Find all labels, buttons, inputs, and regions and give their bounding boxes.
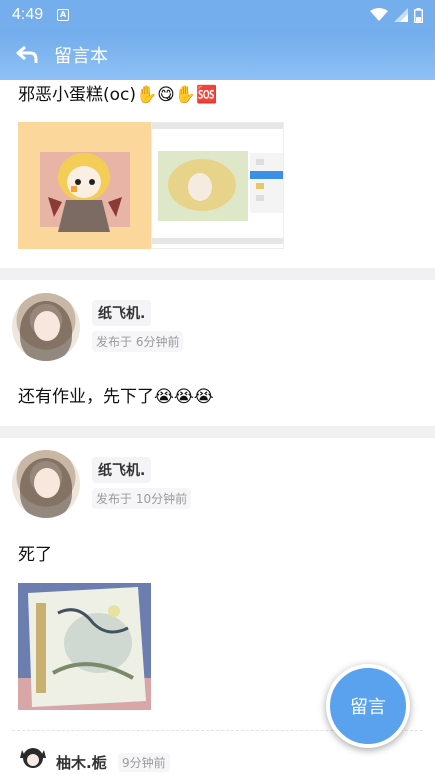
separator bbox=[0, 268, 435, 280]
post-timestamp: 发布于 6分钟前 bbox=[92, 331, 184, 352]
avatar[interactable] bbox=[12, 293, 80, 361]
notification-icon: A bbox=[57, 9, 70, 21]
post-text: 还有作业，先下了😭😭😭 bbox=[18, 387, 214, 407]
back-arrow-icon bbox=[16, 45, 38, 63]
post-image-homework[interactable] bbox=[18, 583, 151, 710]
fab-label: 留言 bbox=[350, 697, 386, 718]
post-image-chibi[interactable] bbox=[18, 122, 151, 249]
signal-icon bbox=[394, 8, 408, 22]
avatar[interactable] bbox=[18, 744, 48, 774]
drawing-app-screenshot-image bbox=[152, 123, 283, 244]
back-button[interactable] bbox=[0, 30, 54, 80]
homework-photo-image bbox=[18, 583, 151, 710]
post-timestamp: 发布于 10分钟前 bbox=[92, 488, 192, 509]
leave-message-button[interactable]: 留言 bbox=[326, 664, 410, 748]
app-bar: 留言本 bbox=[0, 30, 435, 80]
chibi-art-image bbox=[40, 152, 130, 232]
post-text: 邪恶小蛋糕(oc)✋😋✋🆘 bbox=[18, 85, 218, 105]
post-timestamp: 9分钟前 bbox=[118, 753, 170, 772]
post-image-drawing-app[interactable] bbox=[151, 122, 284, 249]
username[interactable]: 柚木.栀 bbox=[56, 752, 107, 773]
page-title: 留言本 bbox=[54, 46, 108, 67]
battery-icon bbox=[414, 7, 423, 23]
avatar[interactable] bbox=[12, 450, 80, 518]
separator bbox=[0, 426, 435, 438]
post-text: 死了 bbox=[18, 545, 52, 565]
username[interactable]: 纸飞机. bbox=[92, 300, 152, 326]
username[interactable]: 纸飞机. bbox=[92, 457, 152, 483]
wifi-icon bbox=[370, 8, 388, 21]
status-bar: 4:49 A bbox=[0, 0, 435, 30]
status-icons bbox=[370, 7, 423, 23]
status-time: 4:49 bbox=[12, 6, 44, 23]
